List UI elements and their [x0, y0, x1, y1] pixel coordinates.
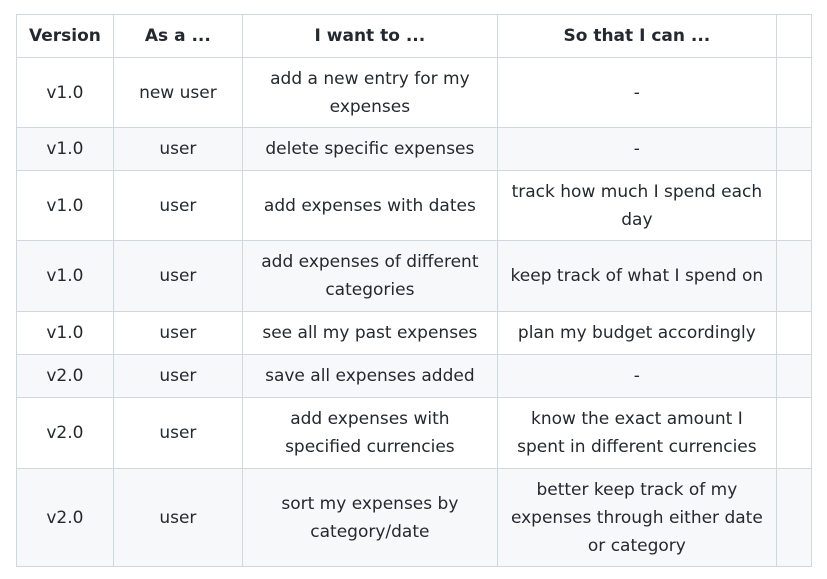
table-row: v1.0 new user add a new entry for my exp…	[16, 57, 812, 128]
header-i-want-to: I want to ...	[241, 14, 498, 58]
cell-extra	[775, 311, 812, 355]
table-row: v2.0 user sort my expenses by category/d…	[16, 468, 812, 567]
cell-as-a: user	[112, 170, 243, 241]
cell-so-that: -	[496, 354, 777, 398]
cell-want: add expenses of different categories	[241, 240, 498, 312]
cell-extra	[775, 397, 812, 469]
table-row: v1.0 user add expenses with dates track …	[16, 170, 812, 241]
cell-version: v1.0	[16, 311, 114, 355]
cell-version: v2.0	[16, 397, 114, 469]
cell-so-that: know the exact amount I spent in differe…	[496, 397, 777, 469]
cell-so-that: track how much I spend each day	[496, 170, 777, 241]
header-as-a: As a ...	[112, 14, 243, 58]
cell-want: sort my expenses by category/date	[241, 468, 498, 567]
cell-as-a: user	[112, 468, 243, 567]
cell-version: v2.0	[16, 468, 114, 567]
user-stories-table-container: Version As a ... I want to ... So that I…	[16, 14, 812, 567]
cell-so-that: -	[496, 57, 777, 128]
table-row: v1.0 user add expenses of different cate…	[16, 240, 812, 312]
header-so-that-i-can: So that I can ...	[496, 14, 777, 58]
cell-want: see all my past expenses	[241, 311, 498, 355]
cell-so-that: plan my budget accordingly	[496, 311, 777, 355]
cell-as-a: user	[112, 311, 243, 355]
cell-as-a: user	[112, 127, 243, 171]
table-header-row: Version As a ... I want to ... So that I…	[16, 14, 812, 58]
cell-want: add expenses with dates	[241, 170, 498, 241]
table-row: v1.0 user see all my past expenses plan …	[16, 311, 812, 355]
table-row: v1.0 user delete specific expenses -	[16, 127, 812, 171]
cell-extra	[775, 170, 812, 241]
table-row: v2.0 user add expenses with specified cu…	[16, 397, 812, 469]
cell-as-a: user	[112, 354, 243, 398]
cell-extra	[775, 468, 812, 567]
cell-version: v1.0	[16, 127, 114, 171]
cell-as-a: user	[112, 397, 243, 469]
cell-so-that: -	[496, 127, 777, 171]
header-version: Version	[16, 14, 114, 58]
cell-want: save all expenses added	[241, 354, 498, 398]
header-extra	[775, 14, 812, 58]
cell-so-that: better keep track of my expenses through…	[496, 468, 777, 567]
cell-extra	[775, 354, 812, 398]
cell-as-a: new user	[112, 57, 243, 128]
cell-so-that: keep track of what I spend on	[496, 240, 777, 312]
cell-version: v1.0	[16, 170, 114, 241]
cell-want: add a new entry for my expenses	[241, 57, 498, 128]
cell-want: add expenses with specified currencies	[241, 397, 498, 469]
cell-extra	[775, 240, 812, 312]
cell-extra	[775, 127, 812, 171]
cell-as-a: user	[112, 240, 243, 312]
cell-version: v1.0	[16, 240, 114, 312]
cell-want: delete specific expenses	[241, 127, 498, 171]
cell-version: v1.0	[16, 57, 114, 128]
user-stories-table: Version As a ... I want to ... So that I…	[16, 14, 812, 567]
cell-extra	[775, 57, 812, 128]
cell-version: v2.0	[16, 354, 114, 398]
table-row: v2.0 user save all expenses added -	[16, 354, 812, 398]
